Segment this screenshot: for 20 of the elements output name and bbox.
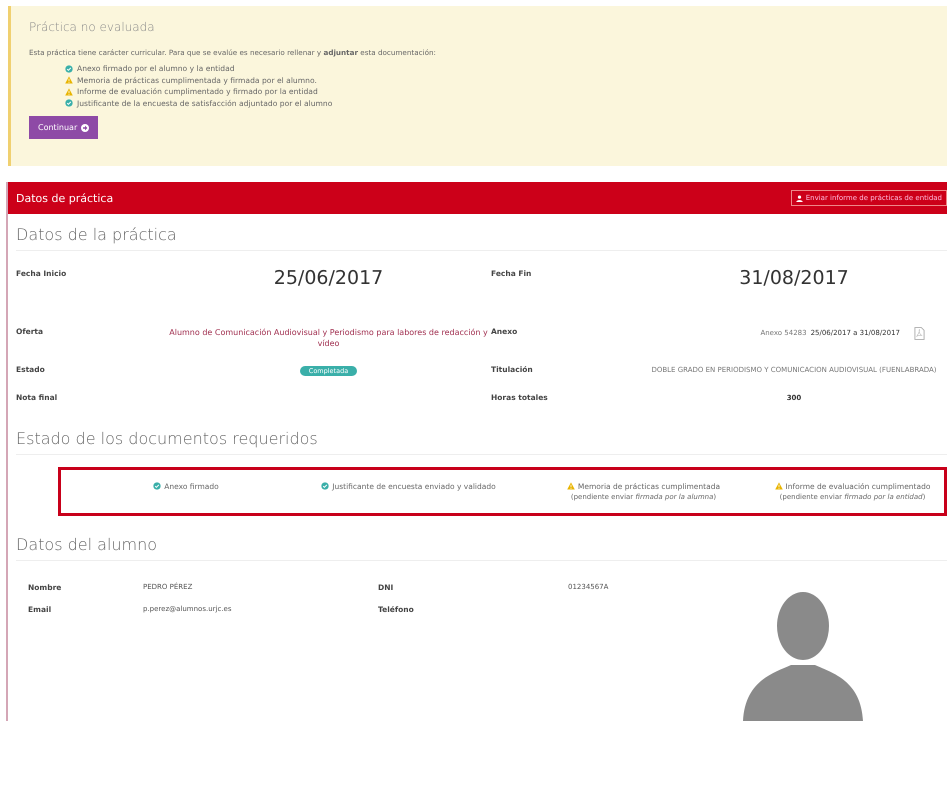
warning-icon: [65, 88, 73, 96]
section-title: Datos de la práctica: [16, 214, 947, 251]
pdf-file-icon[interactable]: [914, 327, 925, 340]
end-date: 31/08/2017: [738, 267, 850, 289]
user-icon: [796, 194, 803, 202]
check-circle-icon: [65, 99, 73, 108]
arrow-right-icon: [81, 124, 90, 132]
notice-title: Práctica no evaluada: [29, 20, 156, 34]
warning-icon: [65, 76, 73, 84]
section-title: Estado de los documentos requeridos: [16, 418, 947, 455]
continue-button[interactable]: Continuar: [29, 116, 98, 139]
section-title: Datos del alumno: [16, 524, 947, 561]
panel-title: Datos de práctica: [16, 192, 114, 204]
offer-link[interactable]: Alumno de Comunicación Audiovisual y Periodismo para labores de redacción y vídeo: [166, 327, 491, 349]
check-circle-icon: [321, 482, 330, 490]
warning-icon: [774, 482, 783, 490]
check-circle-icon: [153, 482, 162, 490]
warning-icon: [566, 482, 575, 490]
start-date: 25/06/2017: [272, 267, 384, 289]
check-circle-icon: [65, 64, 73, 73]
